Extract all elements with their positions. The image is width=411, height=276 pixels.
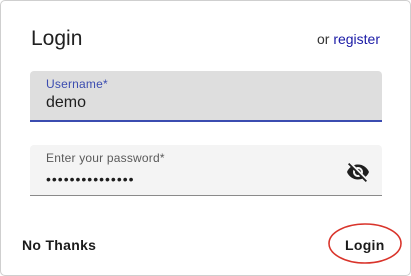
register-row: or register [317,31,380,47]
username-label: Username* [46,77,108,91]
no-thanks-button[interactable]: No Thanks [22,237,96,253]
login-dialog: Login or register Username* Enter your p… [0,0,411,276]
login-button[interactable]: Login [345,237,385,253]
password-field[interactable]: Enter your password* ••••••••••••••• [30,145,382,196]
register-prefix: or [316,31,330,47]
username-input[interactable] [46,94,326,112]
password-input[interactable]: ••••••••••••••• [46,171,326,187]
password-label: Enter your password* [46,151,165,165]
register-link[interactable]: register [333,31,380,47]
username-field[interactable]: Username* [30,71,382,122]
eye-slash-icon[interactable] [346,160,370,184]
dialog-title: Login [31,27,83,50]
